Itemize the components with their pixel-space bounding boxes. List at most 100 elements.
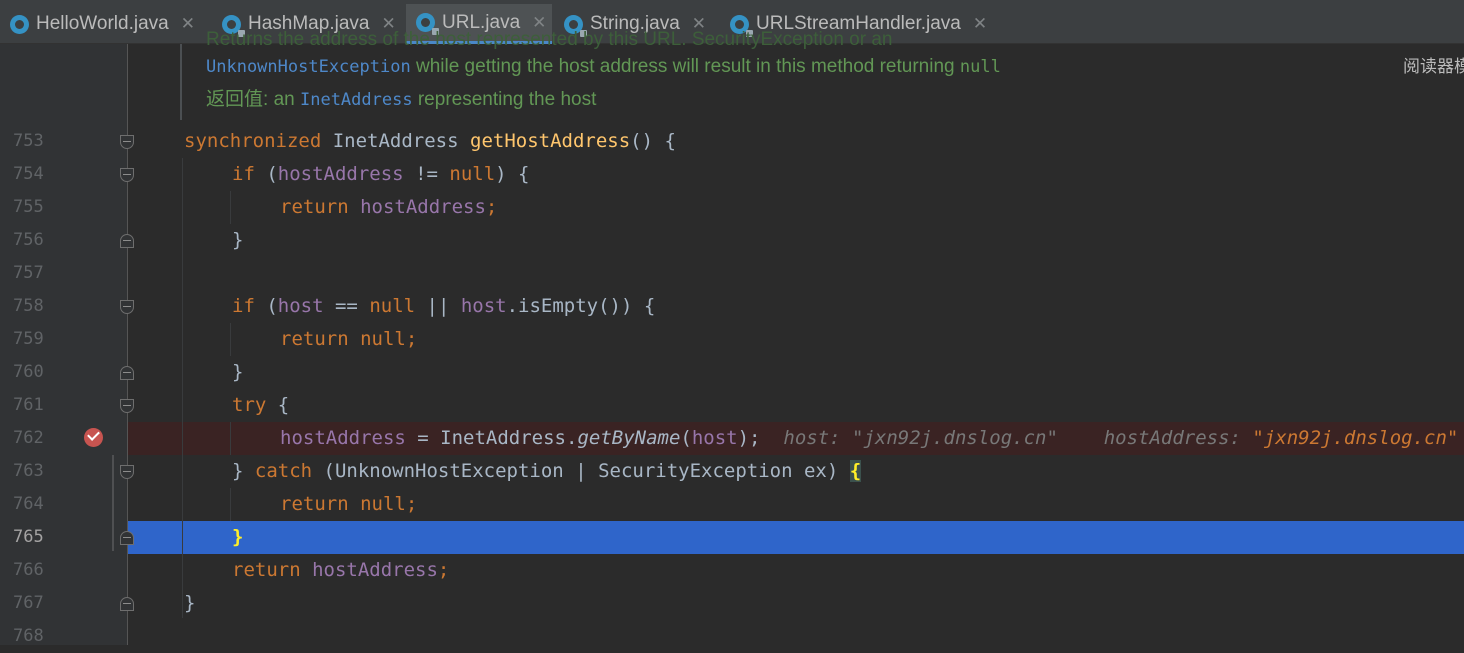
line-number[interactable]: 757 (13, 257, 53, 290)
debug-inlay-value: "jxn92j.dnslog.cn" (852, 427, 1058, 449)
doc-text: an (273, 89, 300, 110)
code-text: ; (437, 559, 450, 581)
code-type: InetAddress (332, 130, 470, 152)
fold-marker-icon[interactable] (120, 465, 134, 479)
line-number[interactable]: 755 (13, 191, 53, 224)
code-text: ) { (495, 163, 530, 185)
code-keyword: catch (254, 460, 313, 482)
fold-marker-icon[interactable] (120, 234, 134, 248)
code-text: { (266, 394, 290, 416)
line-number[interactable]: 753 (13, 125, 53, 158)
line-number[interactable]: 754 (13, 158, 53, 191)
line-number[interactable]: 762 (13, 422, 53, 455)
code-line-756[interactable]: } (232, 224, 243, 257)
line-number[interactable]: 756 (13, 224, 53, 257)
code-keyword: return (280, 328, 361, 350)
matched-brace: { (849, 460, 862, 482)
code-text: ( (680, 427, 692, 449)
code-text: () { (630, 130, 676, 152)
line-number[interactable]: 758 (13, 290, 53, 323)
code-text: ( (266, 295, 278, 317)
code-line-761[interactable]: try { (232, 389, 289, 422)
fold-marker-icon[interactable] (120, 531, 134, 545)
code-text: ; (405, 328, 418, 350)
code-keyword: synchronized (184, 130, 333, 152)
line-number[interactable]: 767 (13, 587, 53, 620)
fold-marker-icon[interactable] (120, 300, 134, 314)
doc-link-inetaddress[interactable]: InetAddress (300, 90, 413, 110)
code-line-758[interactable]: if (host == null || host.isEmpty()) { (232, 290, 655, 323)
code-keyword: return (232, 559, 313, 581)
code-line-760[interactable]: } (232, 356, 243, 389)
line-number[interactable]: 759 (13, 323, 53, 356)
code-line-753[interactable]: synchronized InetAddress getHostAddress(… (184, 125, 676, 158)
line-number[interactable]: 766 (13, 554, 53, 587)
indent-guide (230, 323, 231, 356)
code-field: hostAddress (360, 196, 486, 218)
code-text: = InetAddress. (405, 427, 578, 449)
code-line-759[interactable]: return null; (280, 323, 417, 356)
tab-helloworld-java[interactable]: HelloWorld.java ✕ (10, 4, 210, 44)
line-number[interactable]: 764 (13, 488, 53, 521)
code-line-762[interactable]: hostAddress = InetAddress.getByName(host… (280, 422, 1458, 455)
close-icon[interactable]: ✕ (973, 14, 987, 34)
code-line-767[interactable]: } (184, 587, 195, 620)
indent-guide (230, 191, 231, 224)
indent-guide (230, 488, 231, 521)
fold-marker-icon[interactable] (120, 135, 134, 149)
debug-inlay-value: "jxn92j.dnslog.cn" (1252, 427, 1459, 449)
code-keyword: if (232, 295, 267, 317)
doc-link-unknownhostexception[interactable]: UnknownHostException (206, 57, 411, 77)
indent-guide (230, 422, 231, 455)
code-line-765[interactable]: } (232, 521, 243, 554)
code-line-763[interactable]: } catch (UnknownHostException | Security… (232, 455, 862, 488)
fold-marker-icon[interactable] (120, 366, 134, 380)
debug-inlay-name: hostAddress: (1103, 427, 1253, 449)
code-text: ); (737, 427, 761, 449)
code-keyword: null (360, 493, 406, 515)
doc-text: while getting the host address will resu… (410, 56, 960, 77)
code-text: .isEmpty()) { (506, 295, 656, 317)
code-static-method: getByName (577, 427, 681, 449)
javadoc-rendered-block: Returns the address of the host represen… (180, 29, 1392, 120)
code-line-766[interactable]: return hostAddress; (232, 554, 449, 587)
code-keyword: try (232, 394, 267, 416)
line-number-current[interactable]: 765 (13, 521, 53, 554)
debug-inlay-name: host: (783, 427, 853, 449)
code-line-755[interactable]: return hostAddress; (280, 191, 497, 224)
code-keyword: return (280, 493, 361, 515)
reader-mode-toggle[interactable]: 阅读器模式 (1403, 52, 1464, 77)
fold-marker-icon[interactable] (120, 597, 134, 611)
code-line-764[interactable]: return null; (280, 488, 417, 521)
code-keyword: return (280, 196, 361, 218)
code-text: ; (405, 493, 418, 515)
fold-marker-icon[interactable] (120, 399, 134, 413)
code-keyword: null (369, 295, 416, 317)
code-field: host (460, 295, 507, 317)
line-number[interactable]: 763 (13, 455, 53, 488)
indent-guide (182, 158, 183, 618)
matched-brace: } (232, 526, 244, 548)
code-line-754[interactable]: if (hostAddress != null) { (232, 158, 529, 191)
tab-label: HelloWorld.java (36, 13, 169, 34)
code-field: hostAddress (280, 427, 406, 449)
code-field: host (277, 295, 324, 317)
code-text: ; (485, 196, 498, 218)
code-field: host (691, 427, 738, 449)
code-field: hostAddress (312, 559, 438, 581)
line-number[interactable]: 760 (13, 356, 53, 389)
breakpoint-verified-icon[interactable] (84, 428, 103, 447)
code-text: || (415, 295, 461, 317)
code-method: getHostAddress (470, 130, 631, 152)
close-icon[interactable]: ✕ (181, 14, 195, 34)
doc-line: UnknownHostException while getting the h… (206, 53, 1001, 81)
code-text: } (232, 460, 255, 482)
code-keyword: null (360, 328, 406, 350)
doc-text: representing the host (412, 89, 597, 110)
line-number[interactable]: 768 (13, 620, 53, 653)
fold-marker-icon[interactable] (120, 168, 134, 182)
current-line-highlight (128, 521, 1464, 554)
code-field: hostAddress (277, 163, 404, 185)
line-number[interactable]: 761 (13, 389, 53, 422)
code-text: != (403, 163, 450, 185)
